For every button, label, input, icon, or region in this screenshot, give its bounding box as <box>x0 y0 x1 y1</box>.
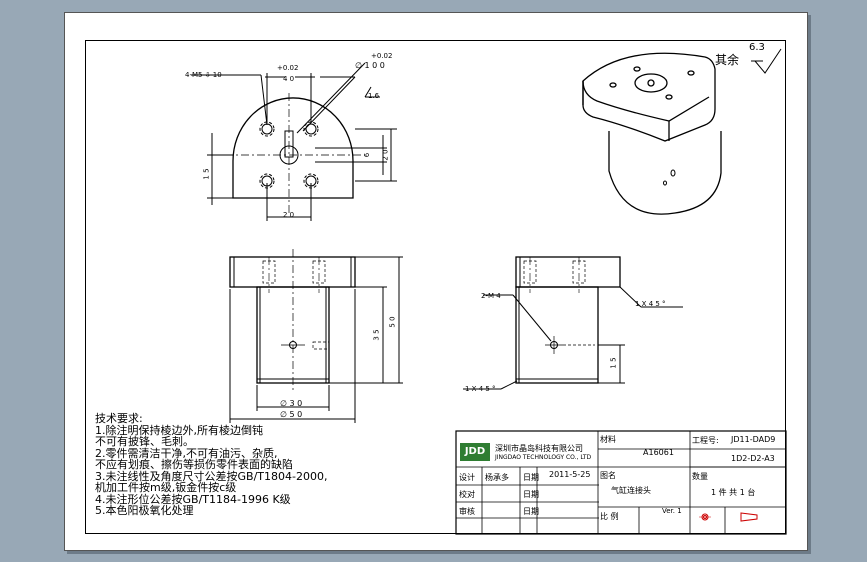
thread-callout: 4-M5 ⇩ 10 <box>185 71 222 79</box>
scale-label: 比 例 <box>600 512 619 521</box>
technical-requirements: 技术要求: 1.除注明保持棱边外,所有棱边倒钝 不可有披锋、毛刺。 2.零件需清… <box>95 413 327 517</box>
quantity-label: 数量 <box>692 472 708 481</box>
date-label: 日期 <box>523 473 539 482</box>
note-line: 机加工件按m级,钣金件按c级 <box>95 481 237 494</box>
material-label: 材料 <box>600 435 616 444</box>
notes-title: 技术要求: <box>95 412 143 425</box>
dimension-6: 6 <box>363 152 372 158</box>
company-logo: JDD <box>460 443 490 461</box>
isometric-view <box>582 52 722 215</box>
dimension-35: 3 5 <box>372 329 381 341</box>
design-label: 设计 <box>459 473 475 482</box>
diameter-10: ∅ 1 0 0 <box>355 61 385 70</box>
dimension-20-vertical: 2 0 <box>381 149 390 161</box>
part-no: 1D2-D2-A3 <box>731 454 775 463</box>
note-line: 不可有披锋、毛刺。 <box>95 435 194 448</box>
side-view <box>463 256 683 390</box>
dimension-15: 1 5 <box>202 168 211 180</box>
surface-finish-label: 其余 <box>715 53 740 67</box>
material-value: A16061 <box>643 448 674 457</box>
drawing-no-label: 工程号: <box>692 436 719 445</box>
dimension-40: 4 0 <box>283 75 295 83</box>
note-line: 不应有划痕、擦伤等损伤零件表面的缺陷 <box>95 458 293 471</box>
dimension-15-side: 1 5 <box>609 357 618 369</box>
top-view <box>191 62 397 221</box>
drawing-no: JD11-DAD9 <box>731 435 776 444</box>
quantity-value: 1 件 共 1 台 <box>711 488 756 497</box>
company-name-en: JINGDAO TECHNOLOGY CO., LTD <box>495 454 592 461</box>
part-name-label: 图名 <box>600 471 616 480</box>
surface-finish-value: 6.3 <box>749 42 765 53</box>
date-label: 日期 <box>523 507 539 516</box>
company-name-cn: 深圳市晶岛科技有限公司 <box>495 444 583 453</box>
chamfer-bottom: 1 X 4 5 ° <box>465 385 496 393</box>
designer: 杨承多 <box>485 473 509 482</box>
drawing-sheet: 其余 6.3 4-M5 ⇩ 10 +0.02 4 0 +0.02 ∅ 1 0 0… <box>64 12 808 551</box>
date-label: 日期 <box>523 490 539 499</box>
check-label: 校对 <box>459 490 475 499</box>
dimension-20-horizontal: 2 0 <box>283 211 295 219</box>
roughness-1-6: 1.6 <box>368 92 380 100</box>
projection-symbol <box>699 512 758 522</box>
design-date: 2011-5-25 <box>549 470 591 479</box>
part-name: 气缸连接头 <box>611 486 651 495</box>
chamfer-top: 1 X 4 5 ° <box>635 300 666 308</box>
note-line: 5.本色阳极氧化处理 <box>95 504 194 517</box>
approve-label: 审核 <box>459 507 475 516</box>
dimension-50: 5 0 <box>388 316 397 328</box>
version-label: Ver. 1 <box>662 507 682 515</box>
thread-m4-callout: 2-M 4 <box>481 292 501 300</box>
